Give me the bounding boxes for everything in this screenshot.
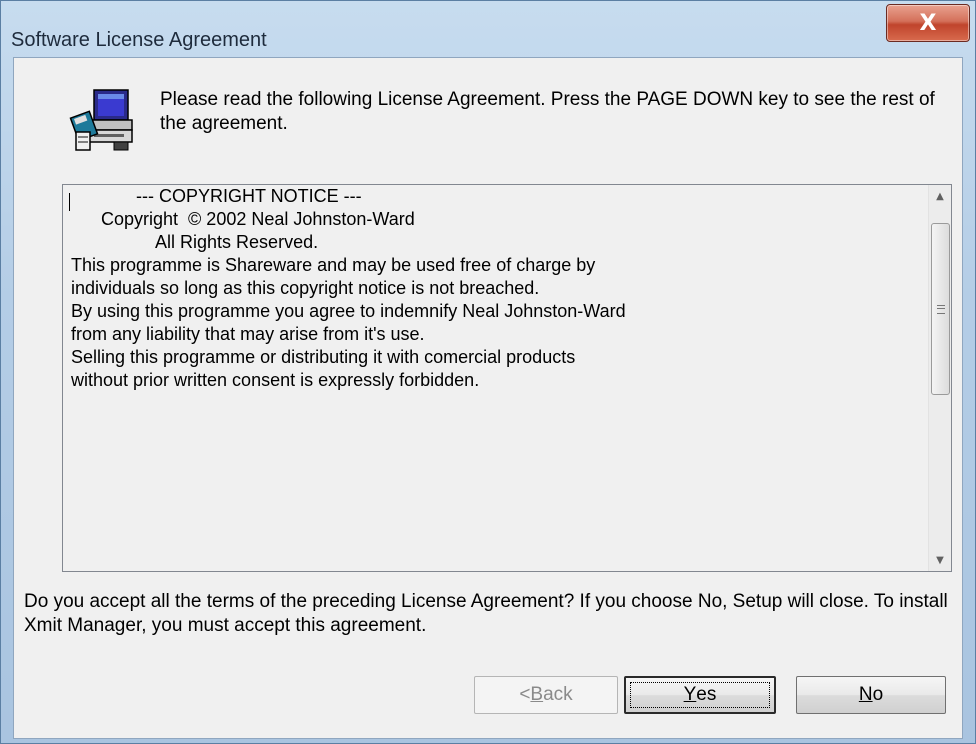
yes-button-mnemonic: Y <box>683 684 697 705</box>
scroll-up-arrow-icon[interactable]: ▲ <box>929 185 951 207</box>
license-line: Selling this programme or distributing i… <box>71 347 576 367</box>
license-line: All Rights Reserved. <box>71 232 319 252</box>
license-line: --- COPYRIGHT NOTICE --- <box>71 186 362 206</box>
text-cursor <box>69 193 70 211</box>
grip-icon <box>936 304 945 314</box>
license-dialog-window: Software License Agreement X Please read… <box>0 0 976 744</box>
setup-computer-icon <box>69 89 133 151</box>
license-line: Copyright © 2002 Neal Johnston-Ward <box>71 209 415 229</box>
no-button-rest: o <box>872 684 884 705</box>
back-button-prefix: < <box>519 684 531 705</box>
scrollbar-thumb[interactable] <box>931 223 950 395</box>
no-button[interactable]: No <box>796 676 946 714</box>
no-button-mnemonic: N <box>858 684 873 705</box>
vertical-scrollbar[interactable]: ▲ ▼ <box>928 185 951 571</box>
title-bar[interactable]: Software License Agreement X <box>1 1 975 57</box>
back-button-mnemonic: B <box>530 684 544 705</box>
yes-button[interactable]: Yes <box>624 676 776 714</box>
window-title: Software License Agreement <box>11 29 267 51</box>
license-line: individuals so long as this copyright no… <box>71 278 540 298</box>
dialog-client-area: Please read the following License Agreem… <box>13 57 963 739</box>
intro-instructions: Please read the following License Agreem… <box>160 89 935 134</box>
close-icon: X <box>919 10 937 36</box>
accept-question: Do you accept all the terms of the prece… <box>24 591 948 636</box>
license-line: without prior written consent is express… <box>71 370 480 390</box>
license-line: This programme is Shareware and may be u… <box>71 255 596 275</box>
license-text-area[interactable]: --- COPYRIGHT NOTICE --- Copyright © 200… <box>62 184 952 572</box>
license-text: --- COPYRIGHT NOTICE --- Copyright © 200… <box>71 185 901 392</box>
close-button[interactable]: X <box>886 4 970 42</box>
back-button-rest: ack <box>543 684 573 705</box>
yes-button-rest: es <box>696 684 717 705</box>
license-line: from any liability that may arise from i… <box>71 324 425 344</box>
back-button[interactable]: < Back <box>474 676 618 714</box>
scroll-down-arrow-icon[interactable]: ▼ <box>929 549 951 571</box>
license-line: By using this programme you agree to ind… <box>71 301 626 321</box>
